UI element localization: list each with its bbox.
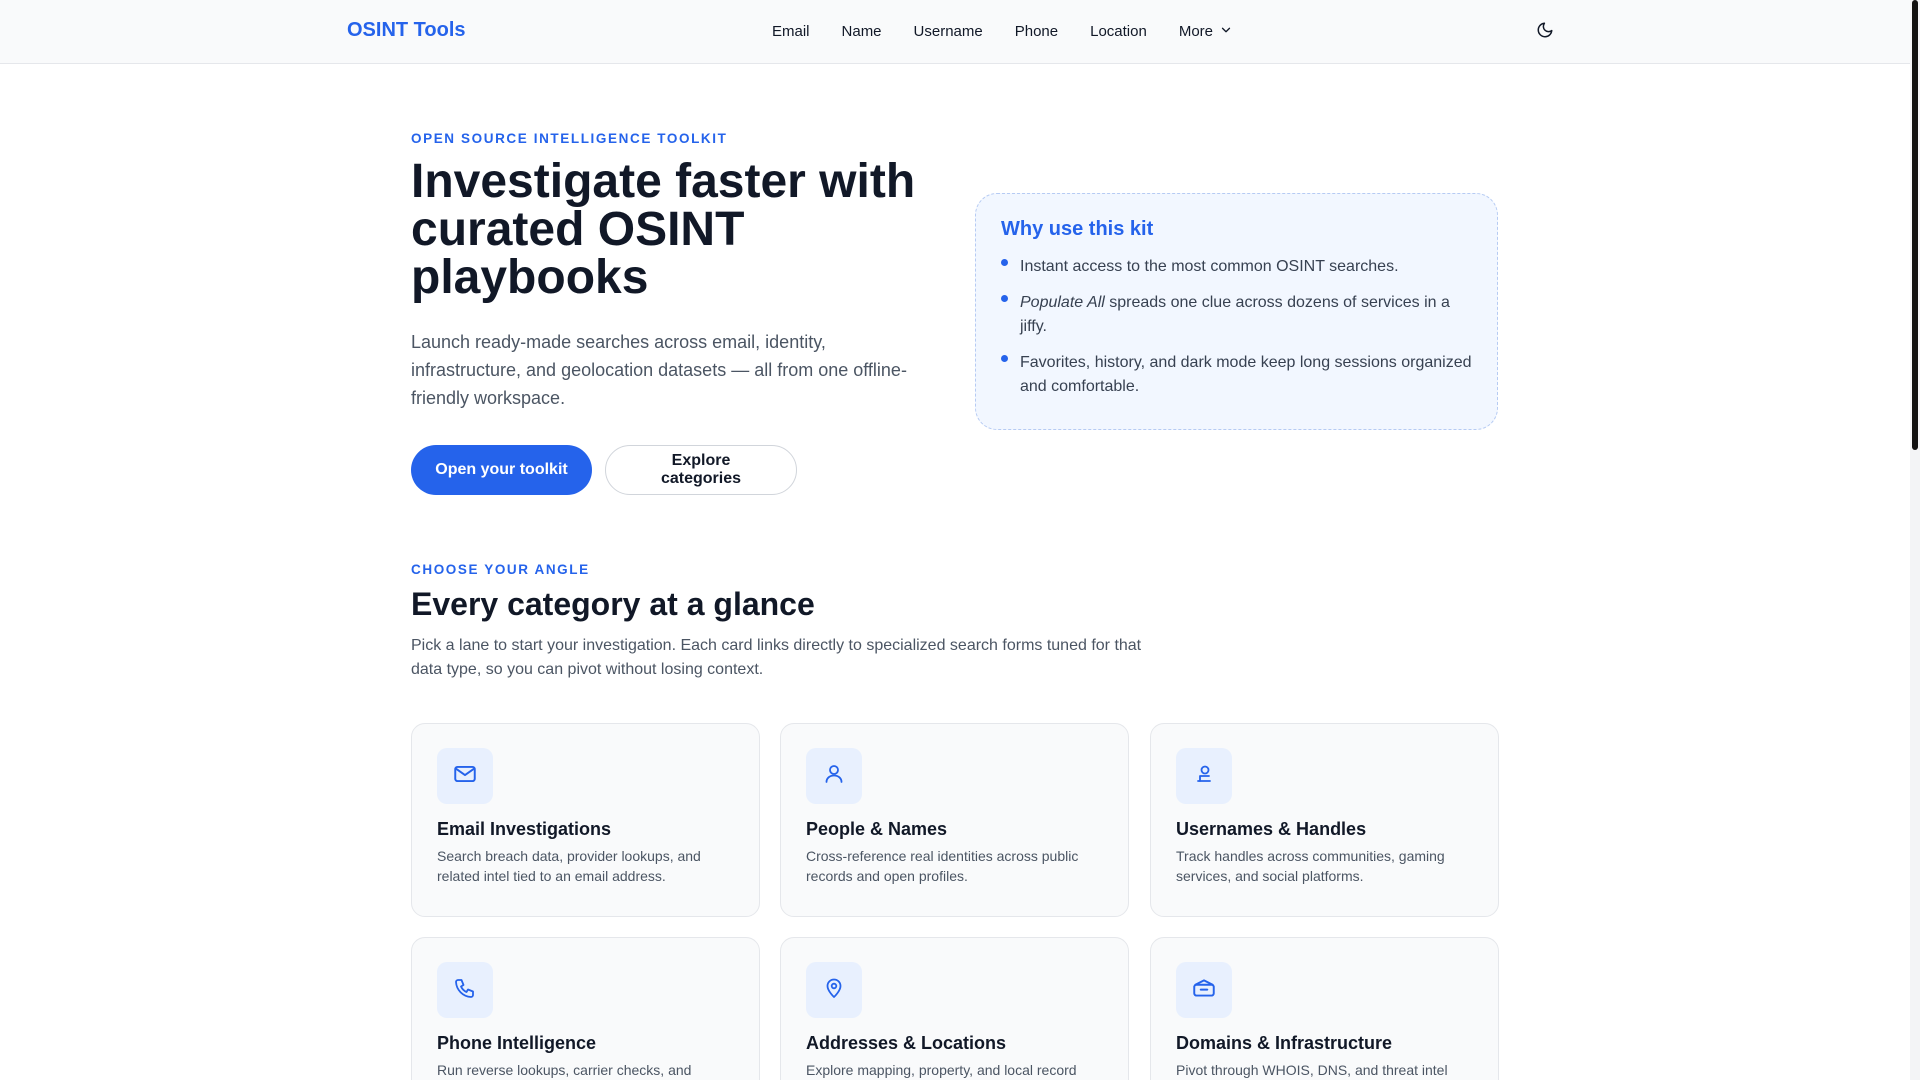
categories-eyebrow: Choose your angle: [411, 562, 590, 577]
mail-icon: [452, 761, 478, 792]
why-list-item: Favorites, history, and dark mode keep l…: [1001, 351, 1472, 399]
page-scrollbar-thumb[interactable]: [1912, 0, 1918, 450]
hero-description: Launch ready-made searches across email,…: [411, 332, 907, 408]
card-description: Run reverse lookups, carrier checks, and: [437, 1062, 692, 1078]
hero-actions: Open your toolkit Explore categories: [411, 445, 797, 495]
bullet-dot-icon: [1001, 295, 1008, 302]
moon-icon: [1536, 21, 1554, 44]
card-description: Search breach data, provider lookups, an…: [437, 848, 701, 884]
category-card-email[interactable]: Email Investigations Search breach data,…: [411, 723, 760, 917]
bullet-dot-icon: [1001, 355, 1008, 362]
card-icon-tile: [437, 962, 493, 1018]
why-item-text: Instant access to the most common OSINT …: [1020, 258, 1399, 275]
card-description: Cross-reference real identities across p…: [806, 848, 1079, 884]
why-use-panel: Why use this kit Instant access to the m…: [975, 193, 1498, 430]
card-icon-tile: [806, 748, 862, 804]
open-toolkit-button[interactable]: Open your toolkit: [411, 445, 592, 495]
brand-logo-link[interactable]: OSINT Tools: [347, 19, 466, 42]
person-icon: [822, 762, 846, 791]
page: OSINT Tools Email Name Username Phone Lo…: [0, 0, 1920, 1080]
why-list: Instant access to the most common OSINT …: [1001, 255, 1472, 399]
bullet-dot-icon: [1001, 259, 1008, 266]
category-card-people[interactable]: People & Names Cross-reference real iden…: [780, 723, 1129, 917]
hero-eyebrow: Open source intelligence toolkit: [411, 131, 728, 146]
server-icon: [1191, 975, 1217, 1006]
main-nav: Email Name Username Phone Location More: [772, 0, 1233, 63]
chevron-down-icon: [1219, 23, 1233, 41]
card-icon-tile: [1176, 962, 1232, 1018]
category-card-domains[interactable]: Domains & Infrastructure Pivot through W…: [1150, 937, 1499, 1080]
card-icon-tile: [437, 748, 493, 804]
nav-more-label: More: [1178, 23, 1214, 40]
category-card-phone[interactable]: Phone Intelligence Run reverse lookups, …: [411, 937, 760, 1080]
why-item-emphasis: Populate All: [1020, 294, 1105, 311]
why-list-item: Populate All spreads one clue across doz…: [1001, 291, 1472, 339]
categories-description: Pick a lane to start your investigation.…: [411, 637, 1142, 678]
category-card-locations[interactable]: Addresses & Locations Explore mapping, p…: [780, 937, 1129, 1080]
nav-link-email[interactable]: Email: [772, 23, 810, 40]
category-card-usernames[interactable]: Usernames & Handles Track handles across…: [1150, 723, 1499, 917]
nav-link-location[interactable]: Location: [1090, 23, 1147, 40]
card-description: Track handles across communities, gaming…: [1176, 848, 1445, 884]
card-title: Addresses & Locations: [806, 1033, 1007, 1053]
phone-icon: [453, 976, 477, 1005]
card-description: Explore mapping, property, and local rec…: [806, 1062, 1077, 1078]
nav-link-username[interactable]: Username: [914, 23, 983, 40]
card-title: Email Investigations: [437, 819, 612, 839]
card-title: Phone Intelligence: [437, 1033, 597, 1053]
card-description: Pivot through WHOIS, DNS, and threat int…: [1176, 1062, 1448, 1078]
card-icon-tile: [806, 962, 862, 1018]
handle-icon: [1192, 762, 1216, 791]
dark-mode-toggle[interactable]: [1533, 20, 1557, 44]
card-icon-tile: [1176, 748, 1232, 804]
why-list-item: Instant access to the most common OSINT …: [1001, 255, 1472, 279]
why-item-text: Favorites, history, and dark mode keep l…: [1020, 354, 1472, 395]
categories-title: Every category at a glance: [411, 586, 815, 622]
card-title: People & Names: [806, 819, 948, 839]
nav-link-name[interactable]: Name: [842, 23, 882, 40]
why-title: Why use this kit: [1001, 218, 1154, 240]
nav-more-dropdown[interactable]: More: [1179, 23, 1233, 41]
nav-link-phone[interactable]: Phone: [1015, 23, 1058, 40]
explore-categories-button[interactable]: Explore categories: [605, 445, 797, 495]
map-pin-icon: [822, 976, 846, 1005]
card-title: Usernames & Handles: [1176, 819, 1367, 839]
hero-title: Investigate faster with curated OSINT pl…: [411, 155, 916, 304]
card-title: Domains & Infrastructure: [1176, 1033, 1393, 1053]
top-nav: OSINT Tools Email Name Username Phone Lo…: [0, 0, 1910, 64]
